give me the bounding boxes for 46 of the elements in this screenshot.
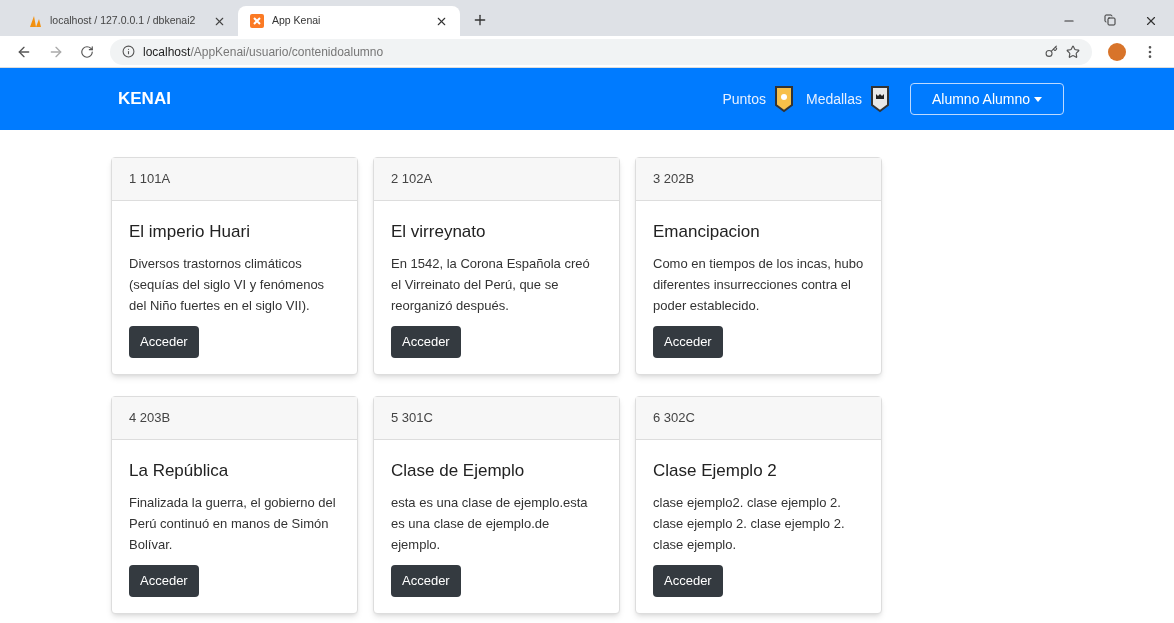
profile-avatar[interactable] [1108, 42, 1126, 61]
access-button[interactable]: Acceder [391, 564, 461, 597]
info-icon[interactable] [122, 45, 135, 58]
coin-badge-icon [773, 85, 794, 113]
card-text: clase ejemplo2. clase ejemplo 2. clase ejemplo 2. clase ejemplo 2. clase ejemplo. [653, 493, 846, 554]
sail-icon [28, 14, 42, 28]
crown-badge-icon [870, 85, 890, 113]
access-button[interactable]: Acceder [391, 325, 461, 358]
access-button[interactable]: Acceder [129, 325, 199, 358]
card-header: 2 102A [391, 170, 433, 189]
user-menu-button[interactable]: Alumno Alumno [910, 83, 1064, 115]
browser-tab[interactable]: localhost / 127.0.0.1 / dbkenai2 [16, 6, 238, 36]
card-text: En 1542, la Corona Española creó el Virreinato del Perú, que se reorganizó después. [391, 254, 591, 315]
card-title: El virreynato [391, 221, 486, 243]
card-text: Diversos trastornos climáticos (sequías del siglo VI y fenómenos del Niño fuertes en el siglo VII). [129, 254, 326, 315]
card-text: esta es una clase de ejemplo.esta es una clase de ejemplo.de ejemplo. [391, 493, 589, 554]
card-title: Clase de Ejemplo [391, 460, 525, 482]
star-icon[interactable] [1066, 44, 1080, 59]
key-icon[interactable] [1045, 45, 1058, 58]
card-header: 3 202B [653, 170, 695, 189]
access-button[interactable]: Acceder [653, 564, 723, 597]
access-button[interactable]: Acceder [653, 325, 723, 358]
nav-link[interactable]: Puntos [722, 88, 766, 110]
reload-icon[interactable] [80, 44, 94, 59]
card-header: 4 203B [129, 409, 171, 428]
close-icon[interactable] [1144, 14, 1158, 28]
app-icon [250, 14, 264, 28]
access-button[interactable]: Acceder [129, 564, 199, 597]
nav-link[interactable]: Medallas [805, 88, 862, 110]
card-title: El imperio Huari [129, 221, 250, 243]
restore-icon[interactable] [1104, 14, 1116, 26]
card-text: Finalizada la guerra, el gobierno del Perú continuó en manos de Simón Bolívar. [129, 493, 337, 554]
card-header: 1 101A [129, 170, 171, 189]
card-header: 6 302C [653, 409, 695, 428]
browser-tab[interactable]: App Kenai [238, 6, 460, 36]
card-title: La República [129, 460, 229, 482]
tab-title: localhost / 127.0.0.1 / dbkenai2 [50, 13, 196, 29]
card-header: 5 301C [391, 409, 433, 428]
brand[interactable]: KENAI [118, 86, 171, 112]
caret-icon [1034, 96, 1043, 102]
card-title: Clase Ejemplo 2 [653, 460, 777, 482]
card-text: Como en tiempos de los incas, hubo diferentes insurrecciones contra el poder establecido. [653, 254, 864, 315]
tab-title: App Kenai [272, 13, 321, 29]
new-tab-icon[interactable] [472, 12, 488, 28]
card-title: Emancipacion [653, 221, 760, 243]
address-field[interactable]: localhost/AppKenai/usuario/contenidoalumno [110, 38, 1092, 65]
